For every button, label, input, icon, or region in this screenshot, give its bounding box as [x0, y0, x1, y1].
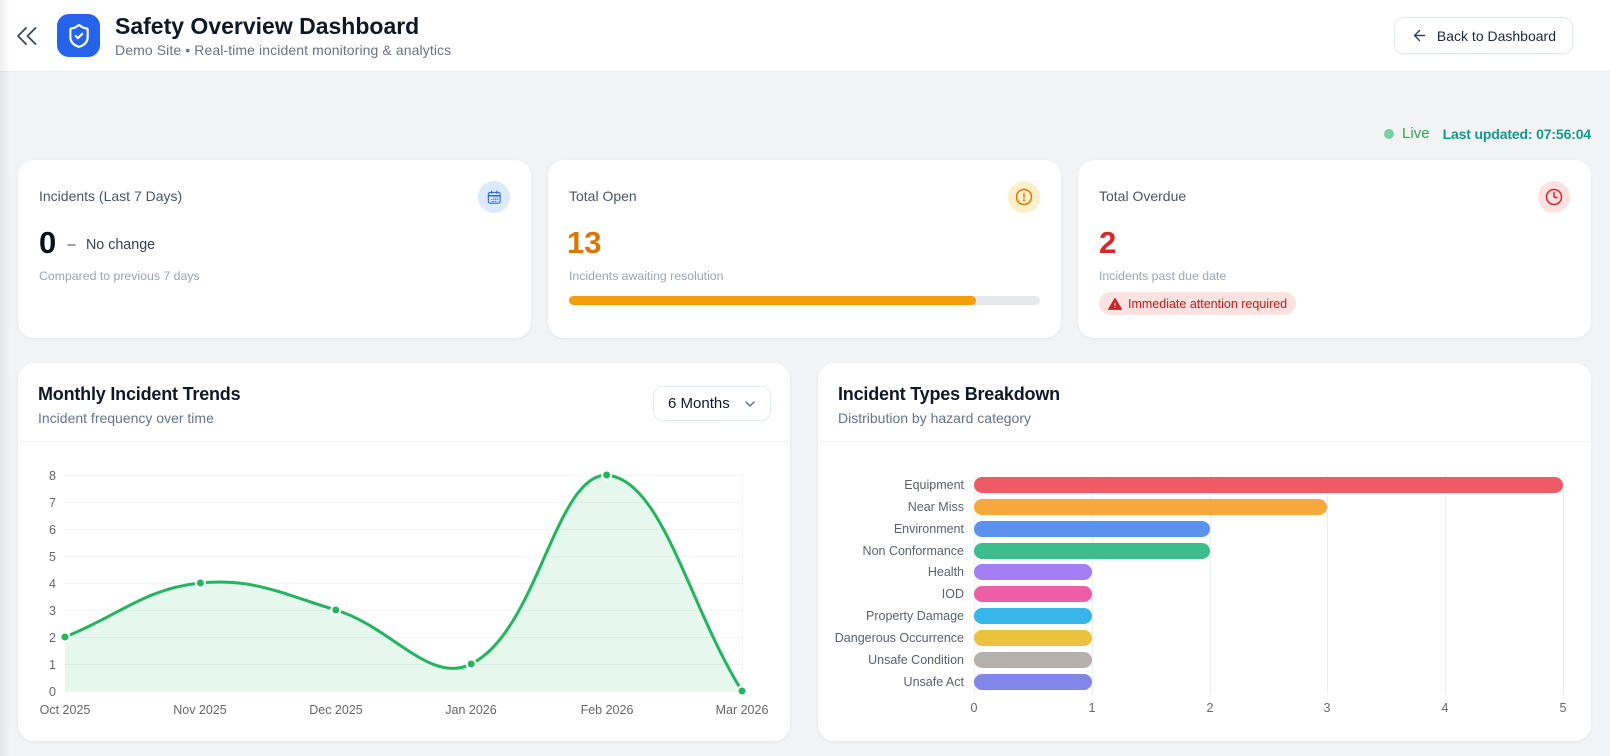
svg-text:Feb 2026: Feb 2026: [581, 703, 634, 717]
svg-text:Oct 2025: Oct 2025: [40, 703, 91, 717]
svg-text:Health: Health: [928, 565, 964, 579]
svg-text:8: 8: [49, 469, 56, 483]
svg-text:Jan 2026: Jan 2026: [445, 703, 496, 717]
svg-text:Unsafe Condition: Unsafe Condition: [868, 653, 964, 667]
svg-text:2: 2: [1207, 701, 1214, 715]
svg-text:5: 5: [49, 550, 56, 564]
svg-text:Non Conformance: Non Conformance: [863, 544, 964, 558]
svg-text:Mar 2026: Mar 2026: [716, 703, 769, 717]
svg-text:Property Damage: Property Damage: [866, 609, 964, 623]
svg-text:1: 1: [1089, 701, 1096, 715]
svg-text:Dec 2025: Dec 2025: [309, 703, 363, 717]
svg-text:5: 5: [1560, 701, 1567, 715]
svg-text:0: 0: [49, 685, 56, 699]
svg-text:4: 4: [1442, 701, 1449, 715]
svg-text:Equipment: Equipment: [904, 478, 964, 492]
svg-text:Unsafe Act: Unsafe Act: [904, 675, 965, 689]
svg-text:Environment: Environment: [894, 522, 965, 536]
svg-text:0: 0: [971, 701, 978, 715]
svg-text:Nov 2025: Nov 2025: [173, 703, 227, 717]
svg-text:7: 7: [49, 496, 56, 510]
svg-text:Dangerous Occurrence: Dangerous Occurrence: [835, 631, 964, 645]
svg-text:2: 2: [49, 631, 56, 645]
svg-text:6: 6: [49, 523, 56, 537]
svg-text:3: 3: [1324, 701, 1331, 715]
svg-text:3: 3: [49, 604, 56, 618]
svg-text:IOD: IOD: [942, 587, 964, 601]
svg-text:4: 4: [49, 577, 56, 591]
svg-text:1: 1: [49, 658, 56, 672]
svg-text:Near Miss: Near Miss: [908, 500, 964, 514]
